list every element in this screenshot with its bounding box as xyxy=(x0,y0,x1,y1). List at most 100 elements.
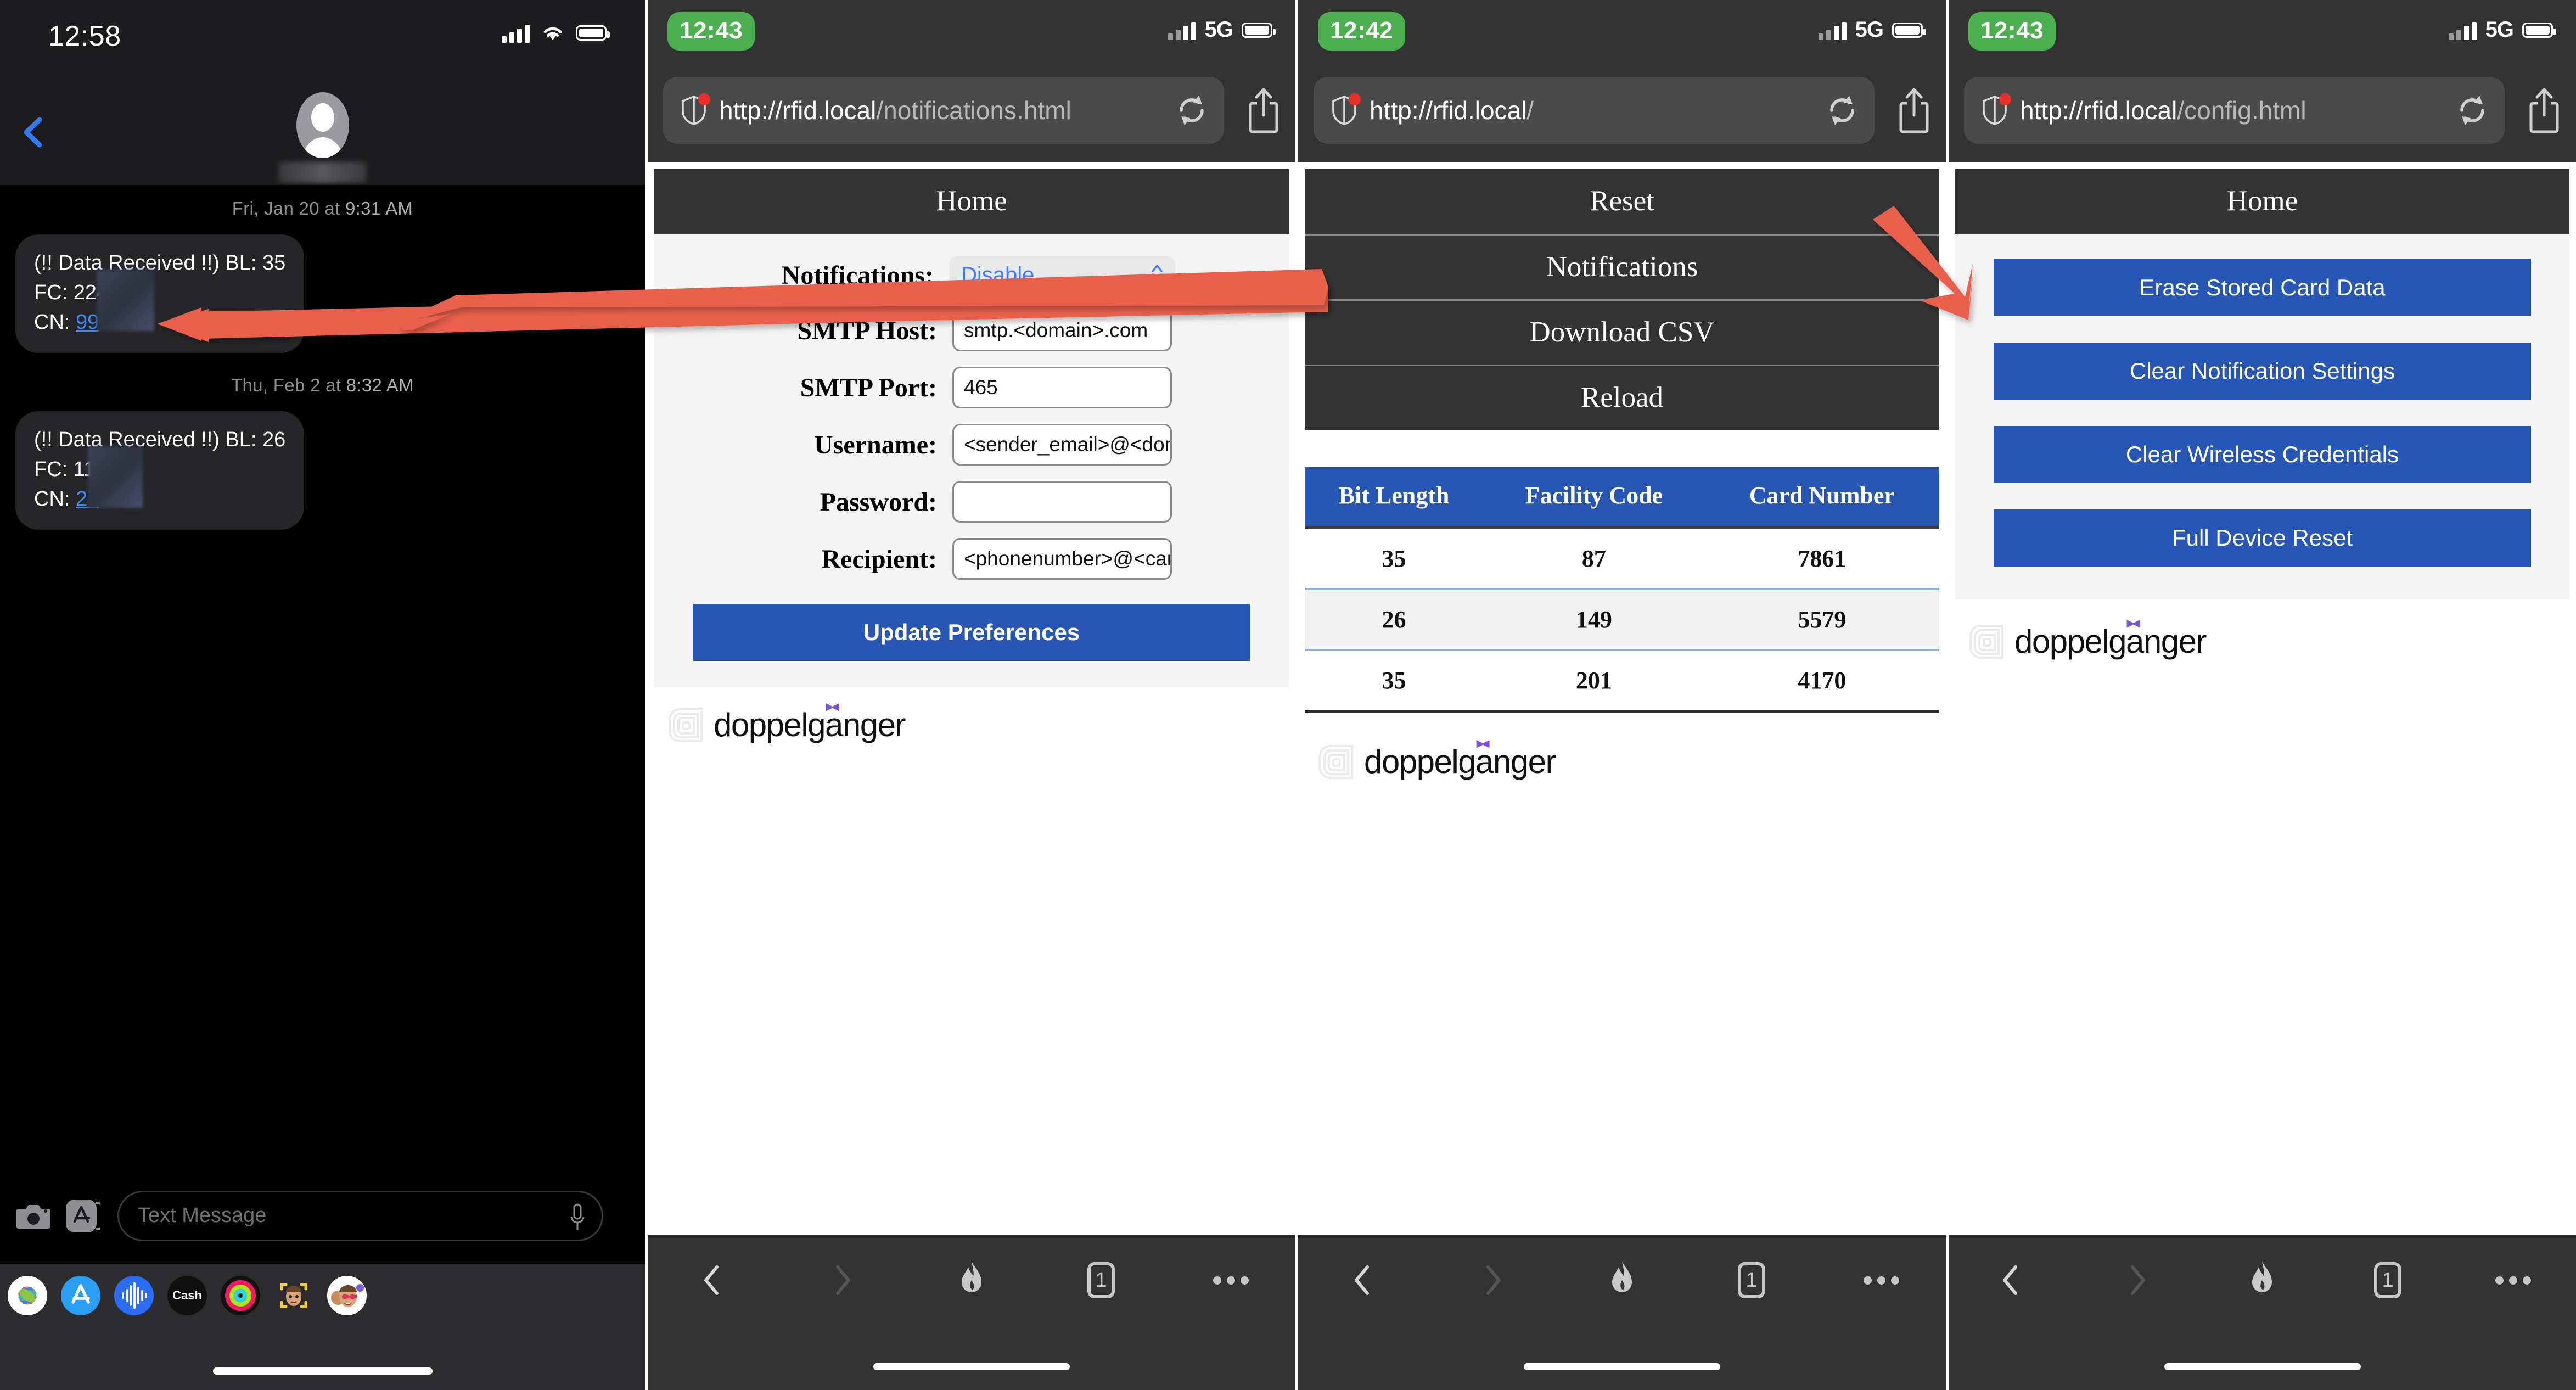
share-icon[interactable] xyxy=(1899,87,1929,134)
cell-bit-length: 35 xyxy=(1305,650,1483,711)
tab-count-icon[interactable]: 1 xyxy=(1732,1260,1771,1300)
password-input[interactable] xyxy=(952,481,1172,523)
app-store-app-icon[interactable] xyxy=(61,1276,100,1315)
column-header-facility-code: Facility Code xyxy=(1483,467,1705,528)
username-input[interactable]: <sender_email>@<domain>.com xyxy=(952,424,1172,466)
doppelganger-wordmark: doppelga▸◂nger xyxy=(714,706,905,744)
address-bar[interactable]: http://rfid.local/notifications.html xyxy=(663,77,1224,144)
firefox-focus-flame-icon[interactable] xyxy=(2242,1260,2282,1300)
audio-message-app-icon[interactable] xyxy=(114,1276,154,1315)
avatar[interactable] xyxy=(296,92,349,158)
back-icon[interactable] xyxy=(22,116,44,148)
field-label: Recipient: xyxy=(771,544,952,574)
cell-facility-code: 87 xyxy=(1483,528,1705,589)
table-row: 26 149 5579 xyxy=(1305,589,1939,650)
date-separator: Fri, Jan 20 at 9:31 AM xyxy=(0,185,645,219)
update-preferences-button[interactable]: Update Preferences xyxy=(693,604,1250,661)
more-icon[interactable] xyxy=(1861,1260,1901,1300)
screenshot-stage: 12:58 xyxy=(0,0,2576,1390)
fc-label: FC: xyxy=(34,281,74,304)
redaction-blur xyxy=(97,270,154,331)
tracking-protection-shield-icon[interactable] xyxy=(681,95,707,126)
memoji-capture-app-icon[interactable] xyxy=(274,1276,313,1315)
url-path: /config.html xyxy=(2177,96,2306,125)
status-bar-indicators: 5G xyxy=(2449,18,2553,42)
back-icon[interactable] xyxy=(1991,1260,2031,1300)
logo-word-after: nger xyxy=(1493,743,1556,780)
more-icon[interactable] xyxy=(1211,1260,1250,1300)
battery-icon xyxy=(2522,23,2553,38)
page-home-link[interactable]: Home xyxy=(1955,169,2569,234)
rfid-notifications-page: Home Notifications: Disable xyxy=(654,169,1289,744)
message-bubble[interactable]: (!! Data Received !!) BL: 26 FC: 11 CN: … xyxy=(15,411,304,530)
message-bubble[interactable]: (!! Data Received !!) BL: 35 FC: 224 CN:… xyxy=(15,234,304,353)
camera-icon[interactable] xyxy=(16,1202,50,1230)
notifications-select[interactable]: Disable xyxy=(949,256,1175,294)
cell-card-number: 7861 xyxy=(1705,528,1939,589)
text-message-input[interactable]: Text Message xyxy=(117,1191,603,1241)
form-row-notifications: Notifications: Disable xyxy=(654,256,1289,294)
menu-item-reload[interactable]: Reload xyxy=(1305,365,1939,430)
erase-stored-card-data-button[interactable]: Erase Stored Card Data xyxy=(1994,259,2531,316)
firefox-focus-flame-icon[interactable] xyxy=(1602,1260,1642,1300)
text-message-placeholder: Text Message xyxy=(138,1204,266,1228)
reload-icon[interactable] xyxy=(1175,93,1209,127)
recipient-input[interactable]: <phonenumber>@<carrierdomain>.com xyxy=(952,538,1172,580)
back-icon[interactable] xyxy=(693,1260,732,1300)
message-line-1: (!! Data Received !!) BL: 26 xyxy=(34,425,285,455)
chevron-updown-icon xyxy=(1151,263,1163,288)
url-host: http://rfid.local xyxy=(2020,96,2177,125)
forward-icon[interactable] xyxy=(822,1260,862,1300)
message-line-3: CN: 99 xyxy=(34,308,285,338)
tab-count-label: 1 xyxy=(1087,1262,1115,1298)
firefox-focus-flame-icon[interactable] xyxy=(952,1260,991,1300)
tracking-protection-shield-icon[interactable] xyxy=(1982,95,2008,126)
web-page-viewport: Home Erase Stored Card Data Clear Notifi… xyxy=(1949,162,2576,1235)
tab-count-icon[interactable]: 1 xyxy=(2368,1260,2407,1300)
field-label: SMTP Port: xyxy=(771,373,952,403)
clear-notification-settings-button[interactable]: Clear Notification Settings xyxy=(1994,343,2531,400)
date-separator-date: Thu, Feb 2 at xyxy=(231,375,346,395)
clear-wireless-credentials-button[interactable]: Clear Wireless Credentials xyxy=(1994,426,2531,483)
smtp-host-input[interactable]: smtp.<domain>.com xyxy=(952,310,1172,351)
network-type-label: 5G xyxy=(2485,18,2513,42)
menu-item-download-csv[interactable]: Download CSV xyxy=(1305,299,1939,365)
photos-app-icon[interactable] xyxy=(8,1276,47,1315)
form-row-recipient: Recipient: <phonenumber>@<carrierdomain>… xyxy=(654,538,1289,580)
home-indicator xyxy=(873,1363,1070,1370)
field-label: Username: xyxy=(771,430,952,460)
forward-icon[interactable] xyxy=(2117,1260,2157,1300)
tab-count-icon[interactable]: 1 xyxy=(1081,1260,1121,1300)
message-input-bar: Text Message xyxy=(0,1168,645,1264)
doppelganger-logo: doppelga▸◂nger xyxy=(654,687,1289,744)
menu-item-reset[interactable]: Reset xyxy=(1305,169,1939,234)
menu-item-notifications[interactable]: Notifications xyxy=(1305,234,1939,299)
battery-icon xyxy=(1242,23,1272,38)
reload-icon[interactable] xyxy=(2455,93,2489,127)
address-bar[interactable]: http://rfid.local/config.html xyxy=(1964,77,2505,144)
more-icon[interactable] xyxy=(2494,1260,2533,1300)
memoji-stickers-app-icon[interactable] xyxy=(327,1276,367,1315)
cn-value-link[interactable]: 99 xyxy=(76,311,99,334)
reload-icon[interactable] xyxy=(1825,93,1859,127)
full-device-reset-button[interactable]: Full Device Reset xyxy=(1994,509,2531,567)
forward-icon[interactable] xyxy=(1473,1260,1512,1300)
column-header-bit-length: Bit Length xyxy=(1305,467,1483,528)
browser-chrome: 12:42 5G http://rfid.local/ xyxy=(1298,0,1946,162)
apple-cash-app-icon[interactable]: Cash xyxy=(167,1276,207,1315)
logo-word-before: doppelg xyxy=(1364,743,1475,780)
microphone-icon[interactable] xyxy=(570,1203,585,1232)
back-icon[interactable] xyxy=(1343,1260,1383,1300)
smtp-port-input[interactable]: 465 xyxy=(952,367,1172,408)
status-bar-indicators xyxy=(502,23,607,43)
address-bar[interactable]: http://rfid.local/ xyxy=(1314,77,1875,144)
browser-panel-home: 12:42 5G http://rfid.local/ xyxy=(1298,0,1946,1390)
share-icon[interactable] xyxy=(2529,87,2560,134)
fitness-rings-app-icon[interactable] xyxy=(221,1276,260,1315)
smtp-host-value: smtp.<domain>.com xyxy=(964,319,1148,342)
redaction-blur xyxy=(88,446,143,508)
share-icon[interactable] xyxy=(1248,87,1279,134)
page-home-link[interactable]: Home xyxy=(654,169,1289,234)
app-store-icon[interactable] xyxy=(65,1198,100,1234)
tracking-protection-shield-icon[interactable] xyxy=(1331,95,1357,126)
